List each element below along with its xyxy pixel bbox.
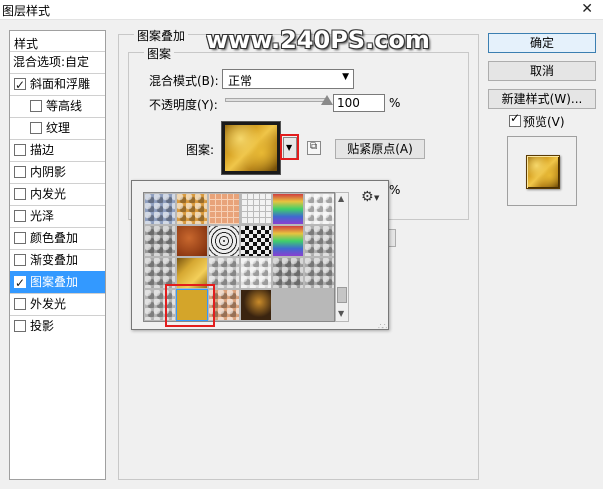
style-preview <box>507 136 577 206</box>
style-item[interactable]: 内阴影 <box>10 161 105 183</box>
pattern-tile <box>273 290 303 320</box>
style-item-label: 内发光 <box>30 187 67 201</box>
pattern-tile[interactable] <box>241 226 271 256</box>
style-item[interactable]: 描边 <box>10 139 105 161</box>
highlight-box <box>280 134 299 160</box>
window-title: 图层样式 <box>2 4 51 18</box>
style-item-checkbox[interactable] <box>14 144 26 156</box>
style-item-checkbox[interactable] <box>30 122 42 134</box>
scale-percent-label: % <box>389 183 401 197</box>
style-item[interactable]: 斜面和浮雕 <box>10 73 105 96</box>
style-item-checkbox[interactable] <box>14 298 26 310</box>
style-item-label: 等高线 <box>46 99 83 113</box>
style-item-checkbox[interactable] <box>14 74 26 96</box>
opacity-label: 不透明度(Y): <box>149 98 218 112</box>
style-item-checkbox[interactable] <box>14 188 26 200</box>
preview-checkbox[interactable] <box>509 111 521 127</box>
style-preview-swatch <box>526 155 560 189</box>
style-list-panel: 样式 混合选项:自定斜面和浮雕等高线纹理描边内阴影内发光光泽颜色叠加渐变叠加图案… <box>9 30 106 480</box>
pattern-tile <box>305 290 334 320</box>
pattern-swatch[interactable] <box>221 121 281 175</box>
style-item[interactable]: 等高线 <box>10 95 105 117</box>
new-style-button[interactable]: 新建样式(W)... <box>488 89 596 109</box>
pattern-tile[interactable] <box>273 226 303 256</box>
style-item[interactable]: 图案叠加 <box>10 271 105 294</box>
chevron-down-icon: ▼ <box>342 72 349 82</box>
blend-options-label: 混合选项:自定 <box>13 55 90 69</box>
style-item-checkbox[interactable] <box>14 272 26 294</box>
resize-grip-icon[interactable]: ∴∴ <box>378 322 387 331</box>
style-item[interactable]: 外发光 <box>10 293 105 315</box>
ok-button[interactable]: 确定 <box>488 33 596 53</box>
pattern-tile[interactable] <box>305 226 334 256</box>
opacity-input[interactable]: 100 <box>333 94 385 112</box>
gear-icon[interactable]: ⚙ <box>361 189 374 205</box>
new-preset-icon: ⧉ <box>310 141 318 152</box>
blend-mode-value: 正常 <box>228 74 253 88</box>
style-item-label: 描边 <box>30 143 55 157</box>
style-item-checkbox[interactable] <box>14 232 26 244</box>
pattern-overlay-title: 图案叠加 <box>134 27 189 44</box>
style-item-checkbox[interactable] <box>14 210 26 222</box>
close-icon[interactable]: ✕ <box>581 1 593 17</box>
scroll-down-icon[interactable]: ▼ <box>338 309 344 318</box>
style-item-label: 渐变叠加 <box>30 253 79 267</box>
pattern-tile[interactable] <box>209 194 239 224</box>
opacity-slider-track[interactable] <box>225 98 329 102</box>
pattern-tile[interactable] <box>305 258 334 288</box>
pattern-tile[interactable] <box>209 226 239 256</box>
opacity-percent-label: % <box>389 96 401 110</box>
style-item-label: 纹理 <box>46 121 71 135</box>
style-item-label: 投影 <box>30 319 55 333</box>
style-item[interactable]: 纹理 <box>10 117 105 139</box>
selected-pattern-highlight <box>165 284 215 327</box>
cancel-button[interactable]: 取消 <box>488 61 596 81</box>
pattern-label: 图案: <box>186 143 215 157</box>
pattern-tile[interactable] <box>177 194 207 224</box>
chevron-down-icon: ▼ <box>374 194 380 202</box>
snap-origin-button[interactable]: 贴紧原点(A) <box>335 139 425 159</box>
style-item-label: 斜面和浮雕 <box>30 77 91 91</box>
pattern-tile[interactable] <box>145 194 175 224</box>
style-item-label: 外发光 <box>30 297 67 311</box>
style-item[interactable]: 光泽 <box>10 205 105 227</box>
style-item-checkbox[interactable] <box>14 166 26 178</box>
pattern-sub-title: 图案 <box>144 45 175 62</box>
pattern-tile[interactable] <box>241 290 271 320</box>
opacity-slider-thumb[interactable] <box>321 95 333 105</box>
style-item-label: 光泽 <box>30 209 55 223</box>
pattern-tile[interactable] <box>241 258 271 288</box>
style-item-checkbox[interactable] <box>14 320 26 332</box>
pattern-tile[interactable] <box>177 226 207 256</box>
title-bar: 图层样式 ✕ <box>0 0 603 20</box>
pattern-tile[interactable] <box>273 194 303 224</box>
watermark-text: www.240PS.com <box>206 26 430 54</box>
style-item-label: 图案叠加 <box>30 275 79 289</box>
style-item-checkbox[interactable] <box>30 100 42 112</box>
style-item[interactable]: 颜色叠加 <box>10 227 105 249</box>
blend-options-item[interactable]: 混合选项:自定 <box>10 51 105 73</box>
new-pattern-preset-button[interactable]: ⧉ <box>307 141 321 155</box>
blend-mode-label: 混合模式(B): <box>149 74 219 88</box>
style-item[interactable]: 投影 <box>10 315 105 337</box>
picker-scroll-thumb[interactable] <box>337 287 347 303</box>
pattern-tile[interactable] <box>145 226 175 256</box>
preview-label: 预览(V) <box>523 115 565 129</box>
pattern-tile[interactable] <box>241 194 271 224</box>
style-item-label: 颜色叠加 <box>30 231 79 245</box>
style-item-checkbox[interactable] <box>14 254 26 266</box>
blend-mode-select[interactable]: 正常 ▼ <box>222 69 354 89</box>
scroll-up-icon[interactable]: ▲ <box>338 194 344 203</box>
style-list-header[interactable]: 样式 <box>14 35 38 52</box>
pattern-tile[interactable] <box>273 258 303 288</box>
style-item-label: 内阴影 <box>30 165 67 179</box>
style-item[interactable]: 内发光 <box>10 183 105 205</box>
style-item[interactable]: 渐变叠加 <box>10 249 105 271</box>
pattern-tile[interactable] <box>305 194 334 224</box>
gold-pattern-thumbnail <box>225 125 277 171</box>
